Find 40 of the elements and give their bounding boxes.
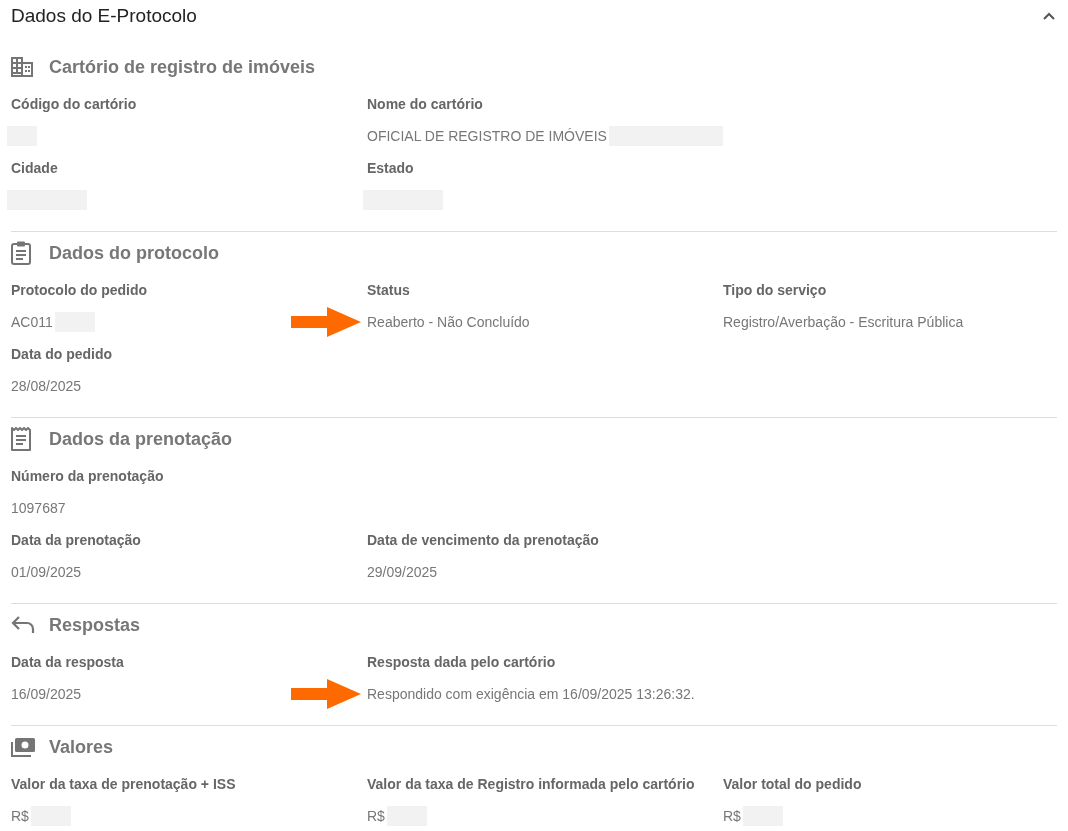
- field-label: Protocolo do pedido: [11, 282, 148, 298]
- receipt-icon: [11, 427, 31, 451]
- field-value: Reaberto - Não Concluído: [367, 314, 530, 330]
- field-value: R$: [367, 808, 385, 824]
- section-title: Dados da prenotação: [49, 428, 233, 450]
- money-icon: [11, 737, 35, 757]
- section-title: Valores: [49, 736, 114, 758]
- field-value: Registro/Averbação - Escritura Pública: [723, 314, 964, 330]
- field-value: 01/09/2025: [11, 564, 82, 580]
- field-label: Data da prenotação: [11, 532, 141, 548]
- field-label: Resposta dada pelo cartório: [367, 654, 556, 670]
- reply-icon: [11, 616, 35, 634]
- field-label: Estado: [367, 160, 414, 176]
- field-value: 28/08/2025: [11, 378, 82, 394]
- field-label: Data da resposta: [11, 654, 124, 670]
- section-title: Dados do protocolo: [49, 242, 219, 264]
- field-label: Valor total do pedido: [723, 776, 862, 792]
- field-label: Status: [367, 282, 410, 298]
- field-label: Tipo do serviço: [723, 282, 827, 298]
- building-icon: [11, 57, 33, 77]
- field-label: Valor da taxa de Registro informada pelo cartório: [367, 776, 695, 792]
- field-value: 16/09/2025: [11, 686, 82, 702]
- field-label: Data do pedido: [11, 346, 113, 362]
- field-label: Valor da taxa de prenotação + ISS: [11, 776, 236, 792]
- field-label: Número da prenotação: [11, 468, 164, 484]
- field-value: R$: [723, 808, 741, 824]
- section-title: Cartório de registro de imóveis: [49, 56, 316, 78]
- field-value: 29/09/2025: [367, 564, 438, 580]
- field-label: Nome do cartório: [367, 96, 483, 112]
- field-label: Código do cartório: [11, 96, 137, 112]
- field-value: R$: [11, 808, 29, 824]
- field-value: OFICIAL DE REGISTRO DE IMÓVEIS: [367, 128, 607, 144]
- field-label: Cidade: [11, 160, 58, 176]
- field-value: Respondido com exigência em 16/09/2025 13:26:32.: [367, 686, 695, 702]
- field-label: Data de vencimento da prenotação: [367, 532, 599, 548]
- field-value: AC011: [11, 314, 53, 330]
- clipboard-icon: [11, 241, 31, 265]
- field-value: 1097687: [11, 500, 66, 516]
- panel-title: Dados do E-Protocolo: [11, 5, 197, 27]
- section-title: Respostas: [49, 614, 141, 636]
